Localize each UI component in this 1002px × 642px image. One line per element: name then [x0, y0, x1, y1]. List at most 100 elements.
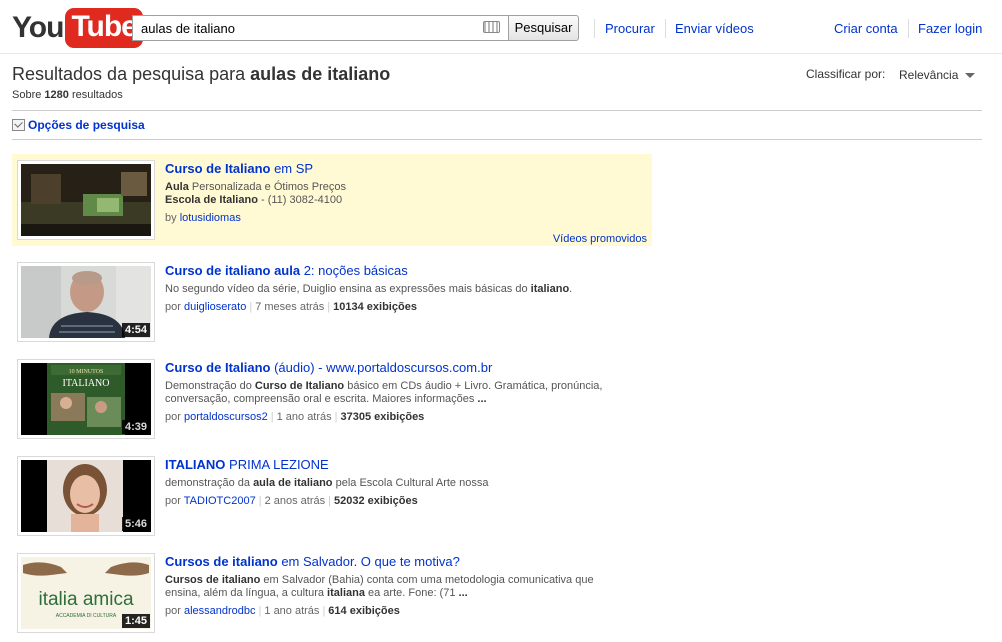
author-link[interactable]: TADIOTC2007 — [184, 495, 256, 507]
promoted-line2: Escola de Italiano - (11) 3082-4100 — [165, 194, 605, 207]
result-title[interactable]: Curso de Italiano (áudio) - www.portaldo… — [165, 360, 492, 375]
result-title[interactable]: Cursos de italiano em Salvador. O que te… — [165, 554, 460, 569]
result-meta: por TADIOTC2007 | 2 anos atrás | 52032 exibi… — [165, 495, 418, 507]
sign-in-link[interactable]: Fazer login — [918, 21, 982, 36]
highlighted-text: Cursos de italiano — [165, 574, 261, 586]
promoted-result: Curso de Italiano em SP Aula Personaliza… — [12, 154, 652, 246]
count-prefix: Sobre — [12, 89, 45, 101]
italia-amica-text: italia amica — [38, 589, 133, 610]
text-segment: PRIMA LEZIONE — [225, 457, 329, 472]
highlighted-text: ... — [458, 587, 468, 599]
upload-age: 1 ano atrás — [276, 411, 332, 423]
promoted-scene-image — [21, 164, 151, 236]
meta-separator: | — [249, 301, 253, 313]
promoted-line2-rest: - (11) 3082-4100 — [257, 194, 343, 206]
promoted-author-link[interactable]: lotusidiomas — [180, 212, 241, 224]
meta-separator: | — [334, 411, 338, 423]
by-label: por — [165, 411, 184, 423]
author-link[interactable]: portaldoscursos2 — [184, 411, 268, 423]
promoted-line1-bold: Aula — [165, 181, 189, 193]
video-duration: 4:39 — [121, 420, 150, 434]
video-duration: 1:45 — [121, 614, 150, 628]
result-description: No segundo vídeo da série, Duiglio ensin… — [165, 283, 605, 296]
search-options-toggle[interactable]: Opções de pesquisa — [12, 118, 145, 132]
meta-separator: | — [270, 411, 274, 423]
count-suffix: resultados — [68, 89, 123, 101]
video-thumbnail[interactable]: 5:46 — [17, 456, 155, 536]
upload-age: 1 ano atrás — [264, 605, 320, 617]
divider — [908, 19, 909, 38]
page-title: Resultados da pesquisa para aulas de ita… — [12, 64, 390, 85]
book-text-minutes: 10 MINUTOS — [69, 369, 104, 375]
create-account-link[interactable]: Criar conta — [834, 21, 898, 36]
title-prefix: Resultados da pesquisa para — [12, 64, 251, 84]
promoted-title[interactable]: Curso de Italiano em SP — [165, 161, 313, 176]
by-label: por — [165, 495, 184, 507]
result-description: Cursos de italiano em Salvador (Bahia) c… — [165, 574, 605, 600]
promoted-title-bold: Curso de Italiano — [165, 161, 271, 176]
text-segment: 2: noções básicas — [300, 263, 408, 278]
divider — [12, 110, 982, 111]
result-meta: por portaldoscursos2 | 1 ano atrás | 37305 e… — [165, 411, 424, 423]
text-segment: (áudio) - www.portaldoscursos.com.br — [270, 360, 493, 375]
highlighted-text: Curso de italiano aula — [165, 263, 301, 278]
text-segment: No segundo vídeo da série, Duiglio ensin… — [165, 283, 531, 295]
browse-link[interactable]: Procurar — [605, 21, 655, 36]
promoted-thumbnail[interactable] — [17, 160, 155, 240]
author-link[interactable]: duiglioserato — [184, 301, 246, 313]
text-segment: ea arte. Fone: (71 — [364, 587, 459, 599]
result-meta: por alessandrodbc | 1 ano atrás | 614 exibiç… — [165, 605, 400, 617]
video-duration: 4:54 — [121, 323, 150, 337]
promoted-videos-link[interactable]: Vídeos promovidos — [553, 233, 647, 245]
promoted-line1-rest: Personalizada e Ótimos Preços — [188, 181, 346, 193]
sort-dropdown[interactable]: Relevância — [899, 68, 958, 82]
video-thumbnail[interactable]: 10 MINUTOS ITALIANO 4:39 — [17, 359, 155, 439]
video-duration: 5:46 — [121, 517, 150, 531]
highlighted-text: Cursos de italiano — [165, 554, 278, 569]
video-thumbnail[interactable]: 4:54 — [17, 262, 155, 342]
text-segment: pela Escola Cultural Arte nossa — [332, 477, 489, 489]
author-link[interactable]: alessandrodbc — [184, 605, 256, 617]
text-segment: . — [569, 283, 573, 295]
upload-link[interactable]: Enviar vídeos — [675, 21, 754, 36]
highlighted-text: ... — [477, 393, 487, 405]
header: You Tube Pesquisar Procurar Enviar vídeo… — [0, 0, 1002, 54]
highlighted-text: Curso de Italiano — [254, 380, 345, 392]
book-text-italiano: ITALIANO — [63, 378, 110, 389]
search-options-label: Opções de pesquisa — [28, 118, 145, 132]
expand-icon — [12, 119, 25, 131]
chevron-down-icon[interactable] — [965, 73, 975, 78]
result-description: Demonstração do Curso de Italiano básico… — [165, 380, 605, 406]
logo-you-text: You — [12, 11, 64, 44]
count-value: 1280 — [44, 89, 69, 101]
meta-separator: | — [327, 301, 331, 313]
search-button[interactable]: Pesquisar — [508, 15, 579, 41]
search-query: aulas de italiano — [250, 64, 391, 84]
meta-separator: | — [258, 495, 262, 507]
accademia-text: ACCADEMIA DI CULTURA — [56, 613, 117, 619]
by-label: por — [165, 301, 184, 313]
meta-separator: | — [258, 605, 262, 617]
meta-separator: | — [322, 605, 326, 617]
divider — [12, 139, 982, 140]
upload-age: 2 anos atrás — [264, 495, 326, 507]
result-title[interactable]: ITALIANO PRIMA LEZIONE — [165, 457, 329, 472]
view-count: 614 exibições — [328, 605, 400, 617]
text-segment: demonstração da — [165, 477, 254, 489]
view-count: 37305 exibições — [340, 411, 425, 423]
result-description: demonstração da aula de italiano pela Es… — [165, 477, 605, 490]
divider — [594, 19, 595, 38]
result-meta: por duiglioserato | 7 meses atrás | 10134 ex… — [165, 301, 417, 313]
video-thumbnail[interactable]: italia amica ACCADEMIA DI CULTURA 1:45 — [17, 553, 155, 633]
promoted-thumbnail-image — [21, 164, 151, 236]
promoted-title-rest: em SP — [270, 161, 314, 176]
text-segment: em Salvador. O que te motiva? — [277, 554, 460, 569]
keyboard-icon[interactable] — [483, 21, 500, 33]
search-input[interactable] — [132, 15, 509, 41]
result-title[interactable]: Curso de italiano aula 2: noções básicas — [165, 263, 408, 278]
youtube-logo[interactable]: You Tube — [12, 8, 143, 48]
promoted-meta: by lotusidiomas — [165, 212, 241, 224]
highlighted-text: Curso de Italiano — [165, 360, 271, 375]
view-count: 10134 exibições — [333, 301, 417, 313]
upload-age: 7 meses atrás — [255, 301, 325, 313]
